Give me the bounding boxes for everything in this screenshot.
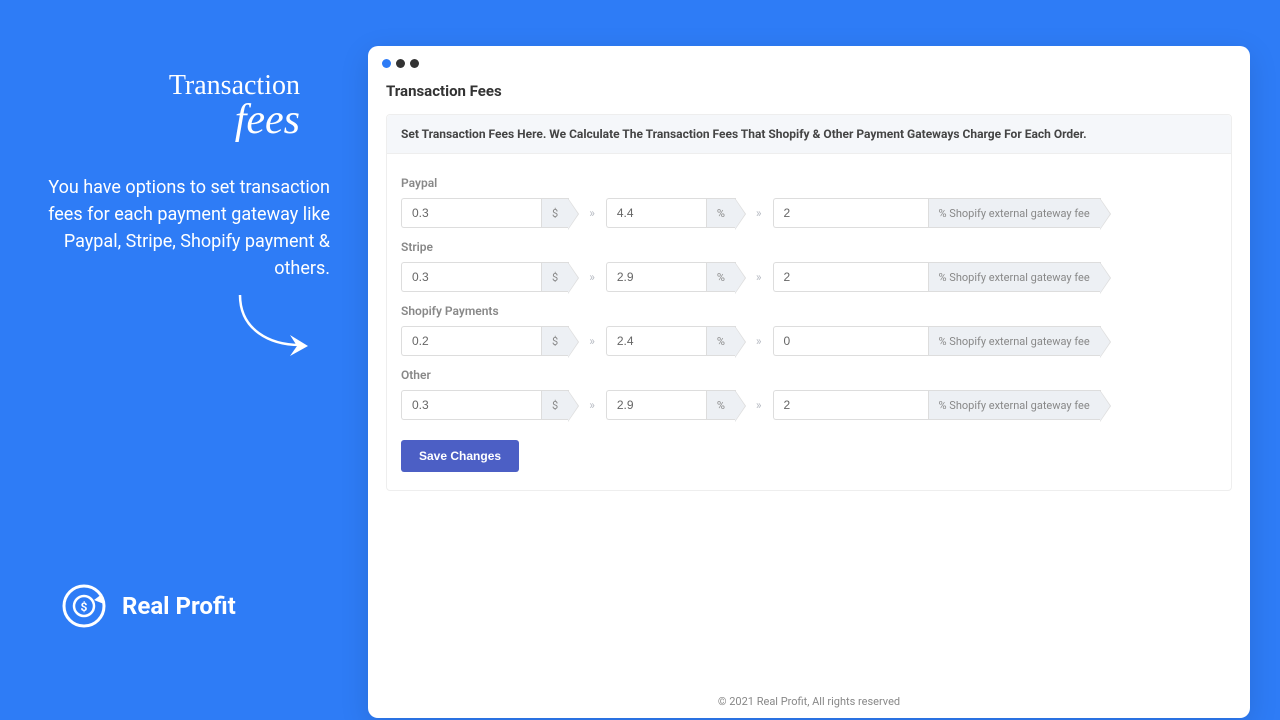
fee-row: $ » % » % Shopify external gateway fee xyxy=(401,326,1217,356)
percent-fee-input[interactable] xyxy=(606,326,706,356)
dollar-suffix: $ xyxy=(541,198,569,228)
window-dot-min[interactable] xyxy=(396,59,405,68)
percent-fee-input[interactable] xyxy=(606,198,706,228)
brand-name: Real Profit xyxy=(122,592,236,620)
footer-copyright: © 2021 Real Profit, All rights reserved xyxy=(368,685,1250,718)
gateway-fee-input[interactable] xyxy=(773,262,928,292)
page-title: Transaction Fees xyxy=(386,82,1232,100)
percent-suffix: % xyxy=(706,390,736,420)
fixed-fee-input[interactable] xyxy=(401,326,541,356)
gateway-label: Shopify Payments xyxy=(401,304,1217,318)
gateway-label: Stripe xyxy=(401,240,1217,254)
fixed-fee-input[interactable] xyxy=(401,262,541,292)
brand-logo: $ Real Profit xyxy=(60,582,236,630)
dollar-suffix: $ xyxy=(541,390,569,420)
percent-fee-input[interactable] xyxy=(606,390,706,420)
percent-suffix: % xyxy=(706,198,736,228)
promo-title-line2: fees xyxy=(40,96,300,144)
window-titlebar xyxy=(368,46,1250,74)
promo-sidebar: Transaction fees You have options to set… xyxy=(0,0,370,720)
percent-suffix: % xyxy=(706,262,736,292)
fixed-fee-input[interactable] xyxy=(401,390,541,420)
fee-row: $ » % » % Shopify external gateway fee xyxy=(401,390,1217,420)
percent-suffix: % xyxy=(706,326,736,356)
fees-card-header: Set Transaction Fees Here. We Calculate … xyxy=(387,115,1231,154)
percent-fee-input[interactable] xyxy=(606,262,706,292)
gateway-label: Other xyxy=(401,368,1217,382)
gateway-suffix: % Shopify external gateway fee xyxy=(928,390,1101,420)
fixed-fee-input[interactable] xyxy=(401,198,541,228)
fees-card: Set Transaction Fees Here. We Calculate … xyxy=(386,114,1232,491)
gateway-fee-input[interactable] xyxy=(773,326,928,356)
save-button[interactable]: Save Changes xyxy=(401,440,519,472)
dollar-suffix: $ xyxy=(541,326,569,356)
brand-logo-icon: $ xyxy=(60,582,108,630)
gateway-suffix: % Shopify external gateway fee xyxy=(928,262,1101,292)
fee-row: $ » % » % Shopify external gateway fee xyxy=(401,198,1217,228)
window-dot-close[interactable] xyxy=(382,59,391,68)
curved-arrow-icon xyxy=(230,290,320,370)
gateway-suffix: % Shopify external gateway fee xyxy=(928,326,1101,356)
dollar-suffix: $ xyxy=(541,262,569,292)
fee-row: $ » % » % Shopify external gateway fee xyxy=(401,262,1217,292)
gateway-suffix: % Shopify external gateway fee xyxy=(928,198,1101,228)
gateway-label: Paypal xyxy=(401,176,1217,190)
window-dot-max[interactable] xyxy=(410,59,419,68)
app-window: Transaction Fees Set Transaction Fees He… xyxy=(368,46,1250,718)
promo-description: You have options to set transaction fees… xyxy=(40,174,330,282)
gateway-fee-input[interactable] xyxy=(773,198,928,228)
svg-text:$: $ xyxy=(81,600,88,614)
gateway-fee-input[interactable] xyxy=(773,390,928,420)
